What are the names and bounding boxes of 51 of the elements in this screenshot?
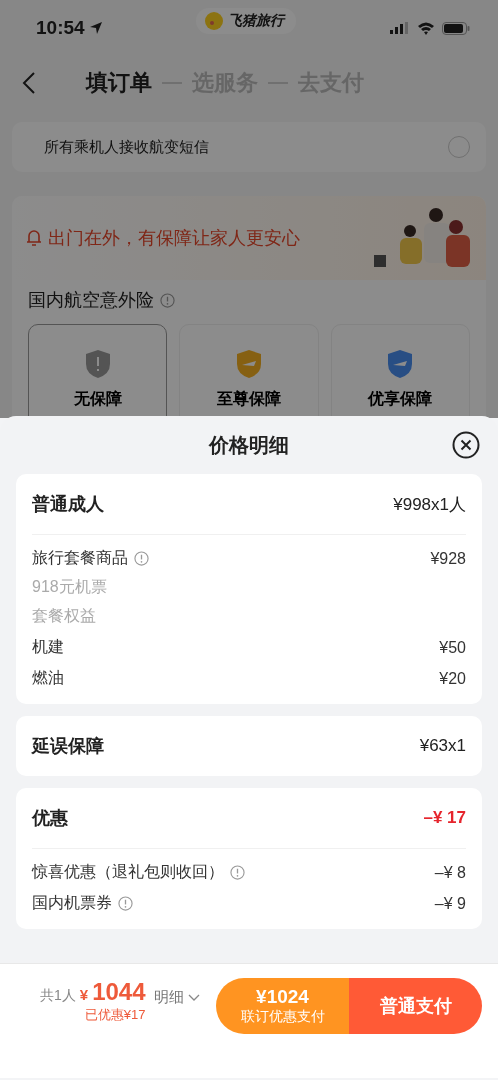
item-amount: –¥ 9	[434, 894, 466, 913]
sms-option-label: 所有乘机人接收航变短信	[44, 137, 209, 157]
discount-note: 已优惠¥17	[84, 1006, 146, 1024]
insurance-option[interactable]: 无保障	[28, 324, 168, 418]
location-arrow-icon	[88, 21, 103, 35]
item-note: 918元机票	[32, 577, 108, 597]
section-amount: –¥ 17	[423, 808, 466, 828]
section-heading: 普通成人	[32, 493, 104, 516]
item-label: 惊喜优惠（退礼包则收回）	[32, 862, 224, 882]
pig-mascot-icon	[204, 11, 225, 31]
shield-icon	[84, 349, 111, 379]
item-amount: –¥ 8	[434, 863, 466, 882]
sheet-title: 价格明细	[209, 432, 289, 458]
currency-symbol: ¥	[79, 986, 89, 1003]
back-icon[interactable]	[22, 71, 36, 95]
pay-button[interactable]: 普通支付	[349, 978, 482, 1034]
item-amount: ¥20	[439, 669, 466, 688]
app-badge: 飞猪旅行	[196, 8, 297, 34]
insurance-option[interactable]: 至尊保障	[179, 324, 319, 418]
section-heading: 优惠	[32, 807, 68, 830]
bell-icon	[26, 229, 42, 247]
item-label: 国内机票券	[32, 893, 112, 913]
section-heading: 延误保障	[32, 735, 104, 758]
close-icon	[452, 431, 480, 459]
info-icon[interactable]	[230, 865, 245, 880]
info-icon[interactable]	[160, 292, 175, 308]
step-tab[interactable]: 填订单	[86, 68, 152, 98]
signal-icon	[390, 22, 410, 34]
shield-icon	[236, 349, 262, 379]
item-label: 旅行套餐商品	[32, 548, 128, 568]
wifi-icon	[417, 21, 435, 35]
item-note: 套餐权益	[32, 606, 97, 626]
item-amount: ¥928	[430, 549, 466, 568]
insurance-option[interactable]: 优享保障	[330, 324, 470, 418]
banner-text: 出门在外，有保障让家人更安心	[48, 227, 300, 250]
item-label: 机建	[32, 637, 64, 657]
section-amount: ¥998x1人	[393, 493, 466, 516]
details-toggle[interactable]: 明细	[153, 988, 200, 1007]
battery-icon	[442, 21, 470, 35]
shield-icon	[387, 349, 414, 379]
info-icon[interactable]	[118, 896, 133, 911]
item-amount: ¥50	[439, 638, 466, 657]
section-title: 国内航空意外险	[28, 289, 154, 312]
section-amount: ¥63x1	[419, 736, 466, 756]
status-time: 10:54	[36, 17, 103, 39]
item-label: 燃油	[32, 668, 64, 688]
total-price: 1044	[92, 978, 146, 1006]
passenger-count: 共1人	[40, 987, 76, 1005]
close-button[interactable]	[452, 431, 480, 459]
info-icon[interactable]	[134, 551, 149, 566]
chevron-down-icon	[187, 993, 200, 1002]
